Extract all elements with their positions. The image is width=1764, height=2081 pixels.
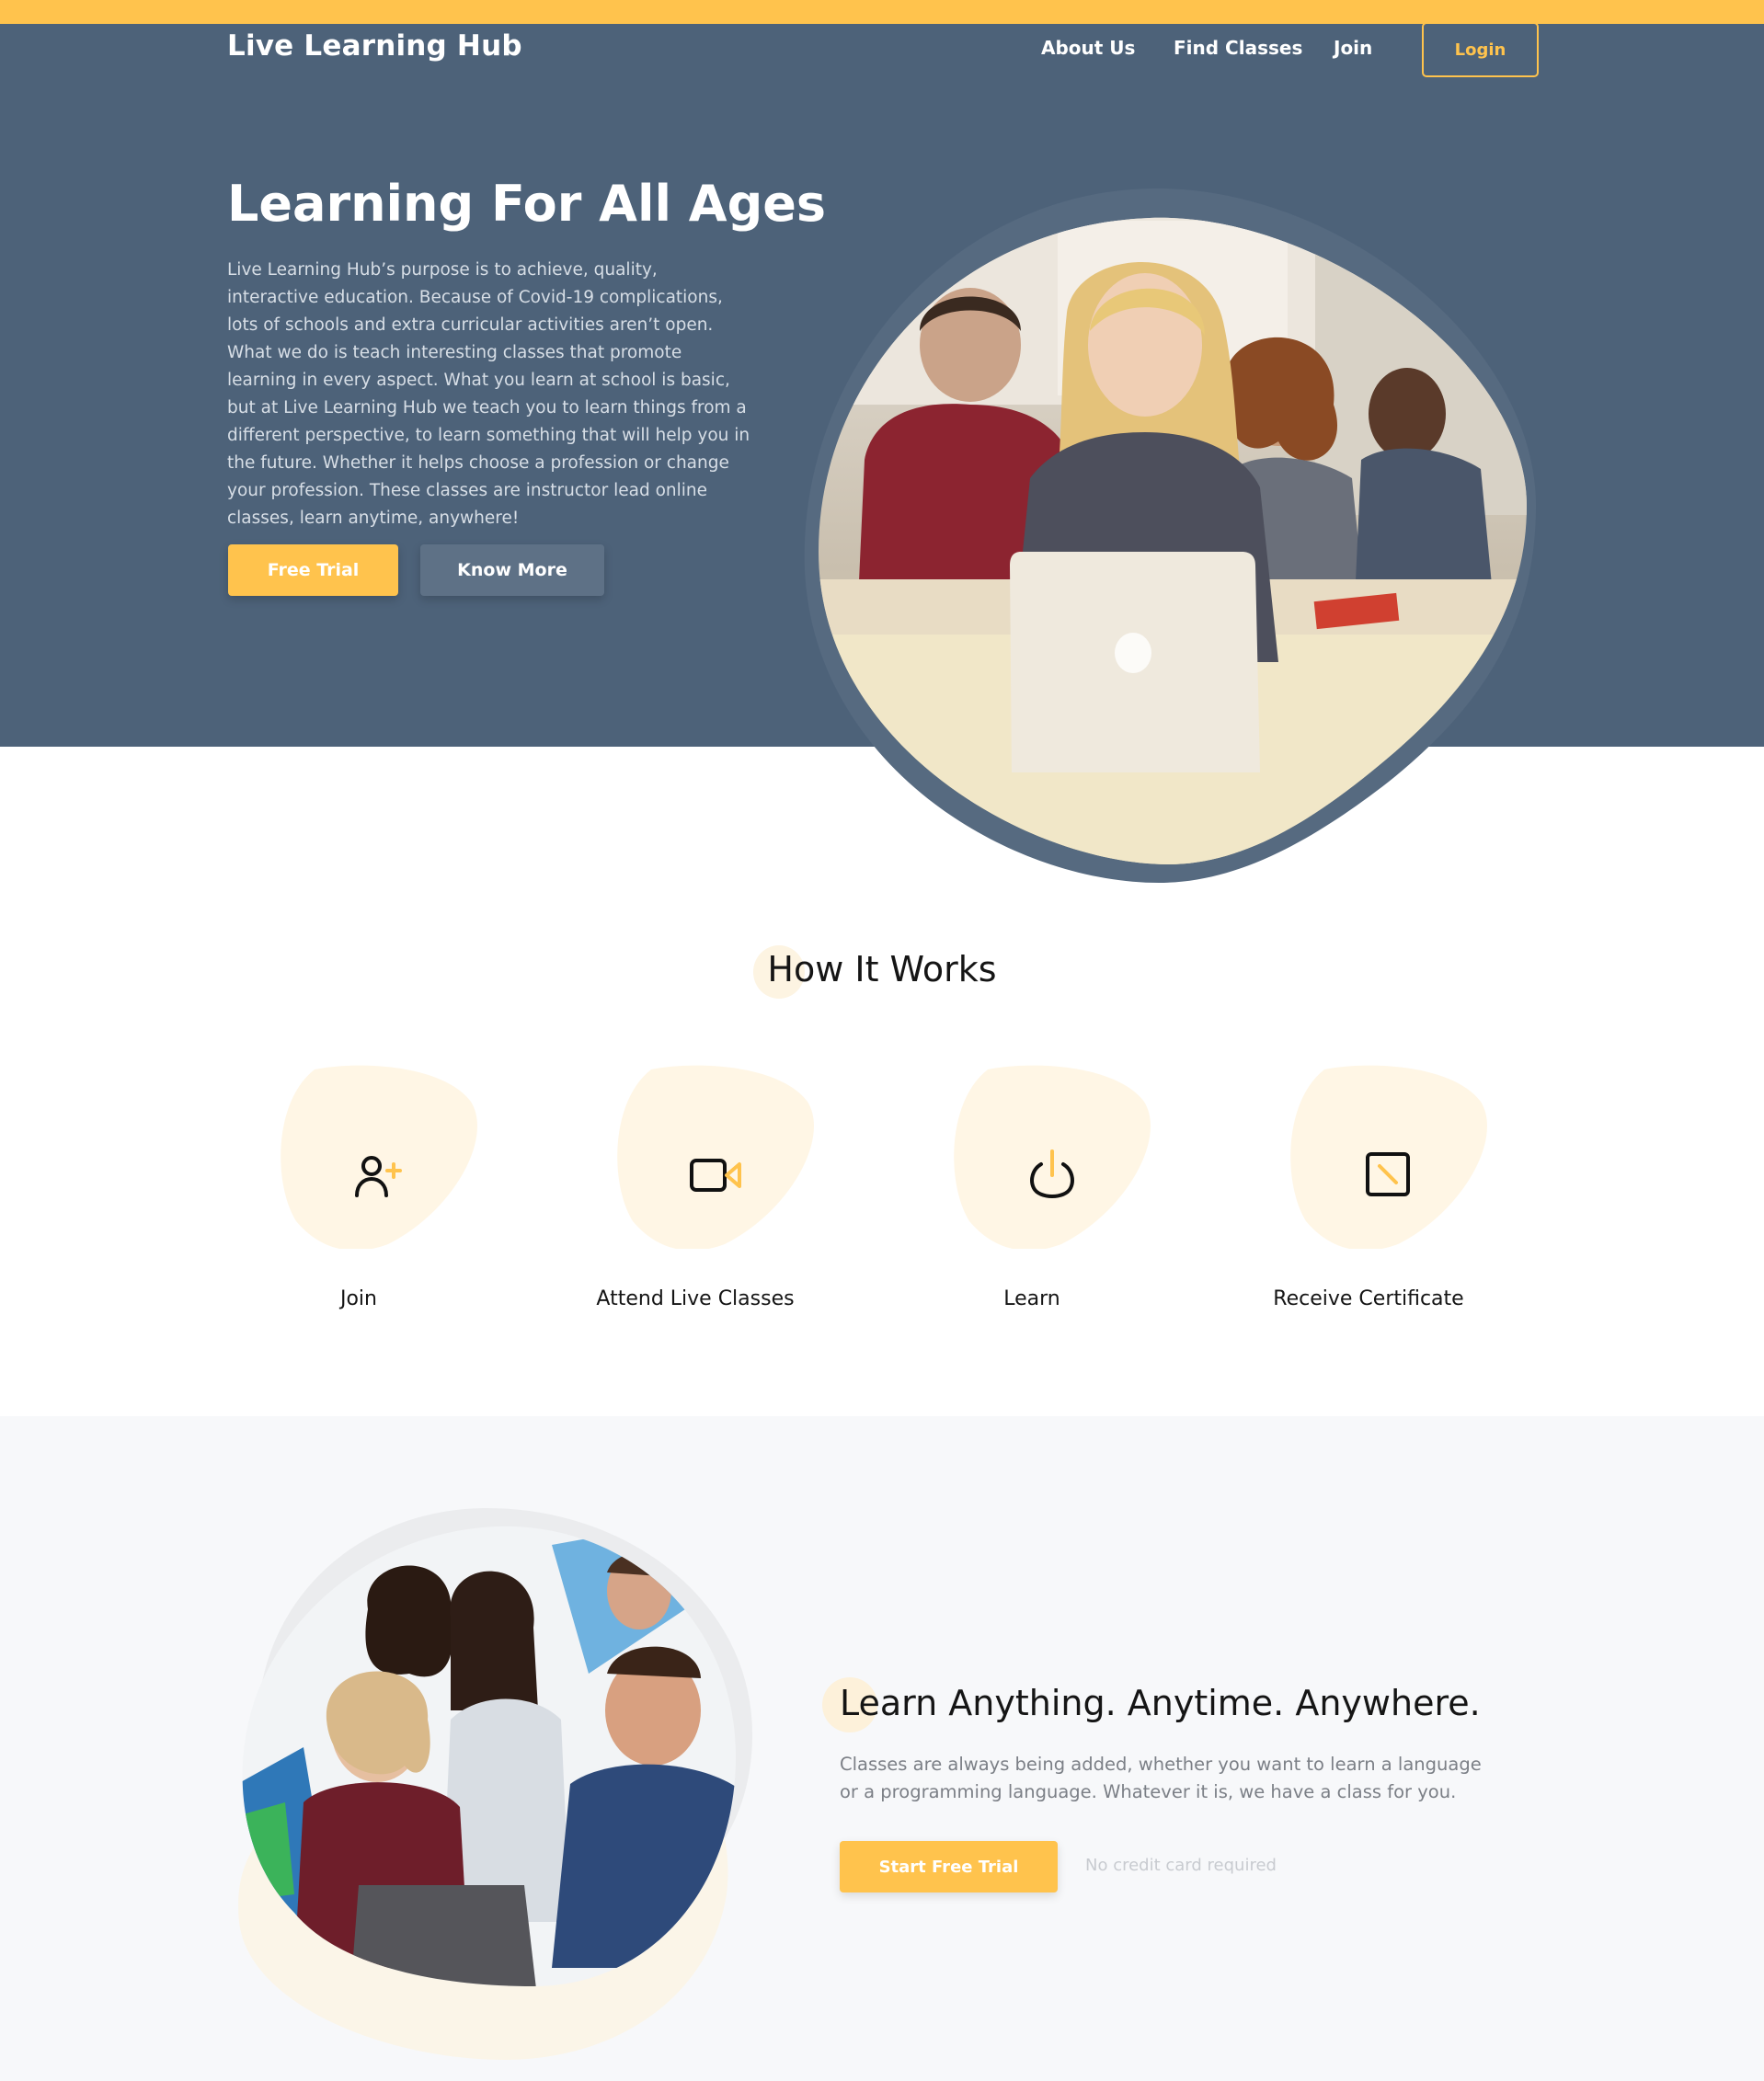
hero-title: Learning For All Ages [227,175,827,233]
know-more-button[interactable]: Know More [420,544,604,596]
nav-about-us[interactable]: About Us [1041,37,1135,59]
step-label: Join [339,1287,377,1310]
no-credit-card-note: No credit card required [1085,1856,1277,1875]
step-label: Learn [1003,1287,1060,1310]
group-photo [221,1490,773,2078]
login-button[interactable]: Login [1422,22,1539,77]
video-camera-icon [690,1159,741,1192]
free-trial-button[interactable]: Free Trial [228,544,398,596]
user-plus-icon [355,1156,402,1197]
hero-description: Live Learning Hub’s purpose is to achiev… [227,260,750,528]
learn-anything-description: Classes are always being added, whether … [840,1754,1482,1802]
step-label: Receive Certificate [1273,1287,1464,1310]
step-learn: Learn [912,1065,1151,1341]
certificate-icon [1366,1152,1410,1196]
hero-photo [800,184,1536,884]
brand-logo[interactable]: Live Learning Hub [227,29,522,63]
how-it-works-title: How It Works [767,949,997,989]
nav-join[interactable]: Join [1334,37,1372,59]
step-attend-live-classes: Attend Live Classes [576,1065,815,1341]
step-receive-certificate: Receive Certificate [1249,1065,1488,1341]
start-free-trial-button[interactable]: Start Free Trial [840,1841,1058,1892]
top-accent-strip [0,0,1764,24]
nav-find-classes[interactable]: Find Classes [1174,37,1302,59]
power-icon [1030,1149,1074,1198]
step-join: Join [239,1065,478,1341]
step-label: Attend Live Classes [596,1287,795,1310]
learn-anything-title: Learn Anything. Anytime. Anywhere. [840,1683,1481,1723]
